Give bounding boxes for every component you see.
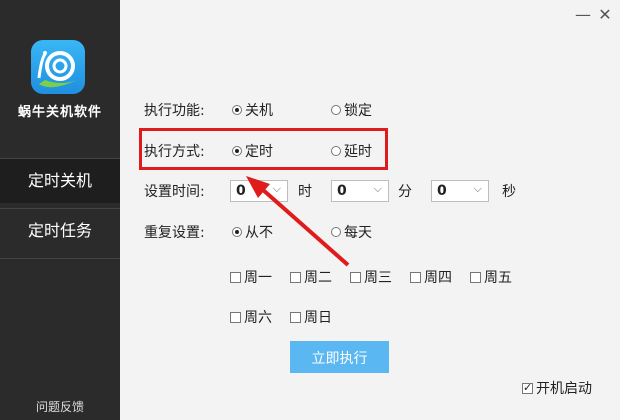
checkbox-box [230,271,241,283]
app-name: 蜗牛关机软件 [17,105,102,120]
day-checkbox-thu[interactable]: 周四 [410,267,452,287]
checkbox-label: 周六 [244,310,272,326]
hour-value: 0 [236,183,246,199]
day-checkbox-sun[interactable]: 周日 [290,307,332,327]
feedback-link[interactable]: 问题反馈 [0,398,120,415]
function-label: 执行功能: [144,103,205,119]
minute-value: 0 [337,183,347,199]
radio-dot [232,227,242,237]
checkbox-box [290,271,301,283]
day-checkbox-tue[interactable]: 周二 [290,267,332,287]
chevron-down-icon: ⌵ [373,182,382,195]
hour-select[interactable]: 0 ⌵ [230,180,288,202]
close-button[interactable]: ✕ [594,4,616,26]
checkbox-box [290,311,301,323]
time-label: 设置时间: [144,184,205,200]
checkbox-label: 周二 [304,270,332,286]
repeat-daily-radio[interactable]: 每天 [331,222,372,242]
day-checkbox-fri[interactable]: 周五 [470,267,512,287]
radio-label: 从不 [245,225,273,241]
checkbox-label: 周三 [364,270,392,286]
chevron-down-icon: ⌵ [473,182,482,195]
second-select[interactable]: 0 ⌵ [431,180,489,202]
checkbox-box [410,271,421,283]
radio-dot [331,105,341,115]
sidebar: 蜗牛关机软件 定时关机 定时任务 问题反馈 [0,0,120,420]
hour-unit: 时 [298,184,312,200]
nav-item-timed-shutdown[interactable]: 定时关机 [0,159,120,203]
radio-label: 每天 [344,225,372,241]
nav-item-timed-task[interactable]: 定时任务 [0,209,120,253]
checkbox-label: 周日 [304,310,332,326]
function-shutdown-radio[interactable]: 关机 [232,100,273,120]
day-checkbox-wed[interactable]: 周三 [350,267,392,287]
autostart-checkbox[interactable]: 开机启动 [522,378,592,398]
chevron-down-icon: ⌵ [272,182,281,195]
radio-label: 锁定 [344,103,372,119]
minimize-button[interactable]: — [572,4,594,26]
checkbox-label: 开机启动 [536,381,592,397]
nav-divider [0,258,120,259]
run-now-button[interactable]: 立即执行 [290,341,389,373]
day-checkbox-sat[interactable]: 周六 [230,307,272,327]
checkbox-box [230,311,241,323]
function-lock-radio[interactable]: 锁定 [331,100,372,120]
repeat-label: 重复设置: [144,225,205,241]
annotation-highlight-box [139,128,388,170]
checkbox-box [522,381,533,394]
checkbox-label: 周五 [484,270,512,286]
second-value: 0 [437,183,447,199]
minute-select[interactable]: 0 ⌵ [331,180,389,202]
radio-label: 关机 [245,103,273,119]
radio-dot [232,105,242,115]
checkbox-label: 周一 [244,270,272,286]
snail-logo-icon [31,40,85,94]
day-checkbox-mon[interactable]: 周一 [230,267,272,287]
checkbox-box [350,271,361,283]
checkbox-label: 周四 [424,270,452,286]
minute-unit: 分 [398,184,412,200]
radio-dot [331,227,341,237]
checkbox-box [470,271,481,283]
repeat-never-radio[interactable]: 从不 [232,222,273,242]
second-unit: 秒 [502,184,516,200]
